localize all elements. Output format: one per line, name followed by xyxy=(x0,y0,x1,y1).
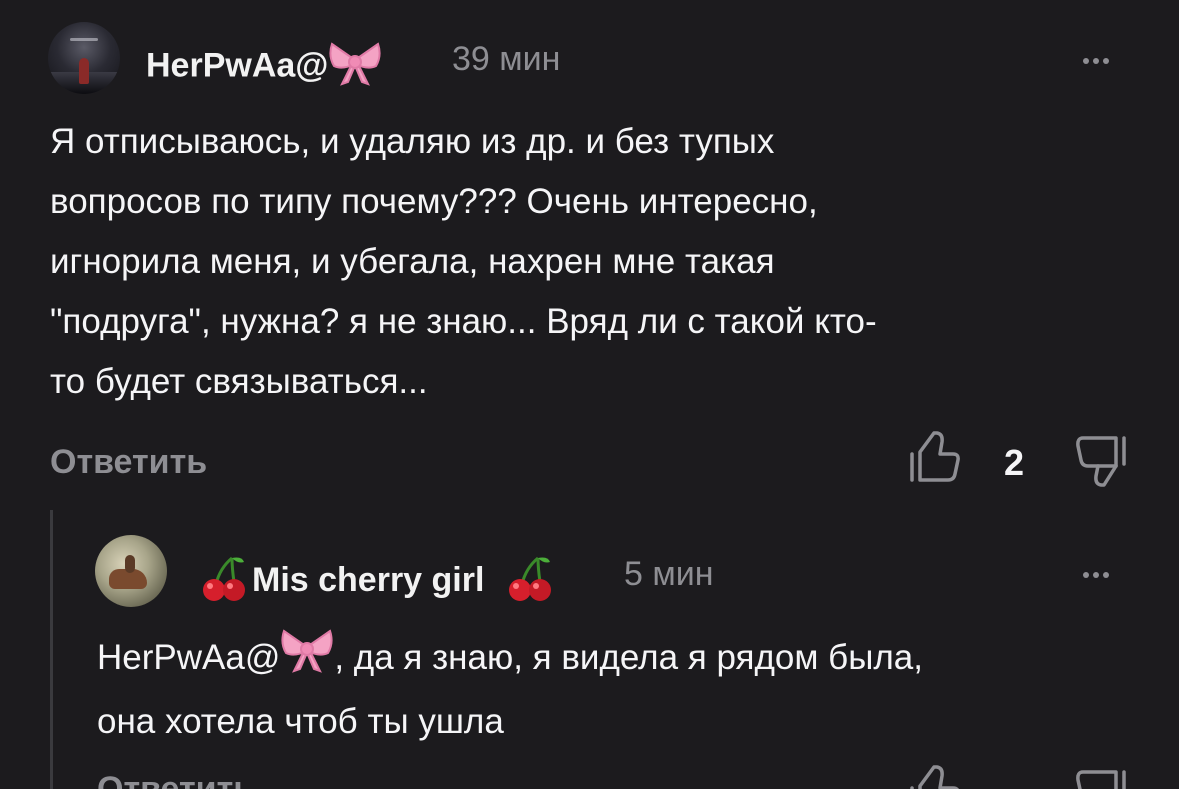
cherries-icon xyxy=(198,554,248,611)
mention[interactable]: HerPwAa@ xyxy=(97,638,280,677)
comment-username[interactable]: HerPwAa@ xyxy=(146,40,382,95)
ribbon-bow-icon xyxy=(328,40,382,95)
username-text: HerPwAa@ xyxy=(146,46,329,85)
thumbs-down-icon[interactable] xyxy=(1076,768,1128,789)
thread-line xyxy=(50,510,53,789)
thumbs-up-icon[interactable] xyxy=(908,430,960,489)
thumbs-up-icon[interactable] xyxy=(908,764,960,789)
more-options-icon[interactable] xyxy=(1072,44,1120,70)
more-options-icon[interactable] xyxy=(1072,558,1120,584)
reply-button[interactable]: Ответить xyxy=(97,770,254,789)
user-avatar[interactable] xyxy=(48,22,120,94)
like-count: 2 xyxy=(1004,442,1025,483)
user-avatar[interactable] xyxy=(95,535,167,607)
reply-text: HerPwAa@ , да я знаю, я видела я рядом б… xyxy=(97,627,923,752)
comment-text: Я отписываюсь, и удаляю из др. и без туп… xyxy=(50,122,877,401)
comments-screen: HerPwAa@ 39 мин Я отписываюсь, и удаляю … xyxy=(0,0,1179,789)
thumbs-down-icon[interactable] xyxy=(1076,434,1128,493)
ribbon-bow-icon xyxy=(280,627,334,692)
cherries-icon xyxy=(504,554,554,611)
reply-button[interactable]: Ответить xyxy=(50,443,207,482)
comment-time: 39 мин xyxy=(452,40,561,78)
username-text: Mis cherry girl xyxy=(252,561,485,600)
reply-username[interactable]: Mis cherry girl xyxy=(198,554,554,611)
reply-time: 5 мин xyxy=(624,555,714,593)
